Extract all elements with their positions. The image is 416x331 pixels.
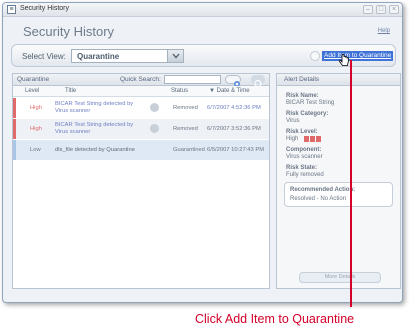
row-title-line2: Virus scanner [55,108,91,114]
page-title: Security History [23,24,115,39]
app-menu-icon[interactable]: ≡ [7,5,16,14]
info-icon[interactable] [150,103,159,112]
help-link[interactable]: Help [378,28,390,34]
search-options-button[interactable] [225,75,241,87]
quick-search-input[interactable] [164,75,221,84]
severity-bar [13,98,16,118]
callout-annotation: Click Add Item to Quarantine [195,312,355,326]
alert-details-title: Alert Details [284,76,320,83]
severity-bar [13,119,16,139]
row-title-line2: Virus scanner [55,129,91,135]
table-row[interactable]: Low dls_file detected by Quarantine Guar… [13,140,269,160]
row-title[interactable]: dls_file detected by Quarantine [55,147,155,154]
risk-state-label: Risk State: [286,165,318,171]
info-icon[interactable] [150,124,159,133]
risk-category-label: Risk Category: [286,111,329,117]
alert-details-header: Alert Details [277,74,400,86]
risk-level-value: High [286,136,299,142]
risk-name-value: BICAR Test String [286,100,335,106]
row-title[interactable]: BICAR Test String detected by Virus scan… [55,122,143,136]
risk-category-value: Virus [286,118,300,124]
risk-level-label: Risk Level: [286,129,318,135]
close-button[interactable]: × [389,5,399,14]
add-item-to-quarantine-link[interactable]: Add Item to Quarantine [322,51,394,61]
row-level: High [30,105,42,111]
table-row[interactable]: High BICAR Test String detected by Virus… [13,119,269,139]
column-status[interactable]: Status [171,88,188,94]
quarantine-panel: Quarantine Quick Search: Level Title Sta… [12,73,270,289]
column-title[interactable]: Title [65,88,76,94]
recommended-action-box: Recommended Action: Resolved - No Action [284,182,393,207]
component-label: Component: [286,147,322,153]
callout-pointer-line [350,60,352,307]
window-title: Security History [20,5,70,12]
row-title-line1: dls_file detected by Quarantine [55,147,135,153]
view-select[interactable]: Quarantine [71,49,184,63]
column-date-time[interactable]: ▼ Date & Time [209,88,250,94]
column-level[interactable]: Level [25,88,39,94]
chevron-down-icon[interactable] [167,50,183,62]
component-value: Virus scanner [286,154,323,160]
more-details-button[interactable]: More Details [299,272,381,283]
security-history-window: ≡ Security History – □ × Security Histor… [2,2,403,303]
quarantine-panel-title: Quarantine [17,76,50,83]
risk-state-value: Fully removed [286,172,324,178]
row-title[interactable]: BICAR Test String detected by Virus scan… [55,101,143,115]
row-date: 6/7/2007 4:52:36 PM [207,105,261,111]
risk-name-label: Risk Name: [286,93,319,99]
select-view-label: Select View: [22,52,66,61]
row-title-line1: BICAR Test String detected by [55,101,134,107]
search-go-button[interactable] [251,75,265,88]
quarantine-column-headers: Level Title Status ▼ Date & Time [13,86,269,97]
risk-level-meter-icon [304,136,321,142]
maximize-button[interactable]: □ [376,5,386,14]
severity-bar [13,140,16,160]
add-item-icon[interactable] [310,51,320,61]
row-status: Removed [173,105,198,111]
title-bar: ≡ Security History – □ × [3,3,402,17]
row-title-line1: BICAR Test String detected by [55,122,134,128]
row-status: Guarantined [173,147,205,153]
row-date: 6/7/2007 3:52:36 PM [207,126,261,132]
view-select-value: Quarantine [77,52,120,61]
row-level: Low [30,147,41,153]
row-status: Removed [173,126,198,132]
recommended-action-label: Recommended Action: [290,187,356,193]
recommended-action-value: Resolved - No Action [290,196,347,202]
quarantine-panel-header: Quarantine Quick Search: [13,74,269,88]
table-row[interactable]: High BICAR Test String detected by Virus… [13,98,269,118]
hand-cursor-icon [339,54,349,66]
row-date: 6/5/2007 10:27:43 PM [207,147,265,153]
quick-search-label: Quick Search: [120,76,161,83]
row-level: High [30,126,42,132]
minimize-button[interactable]: – [363,5,373,14]
alert-details-panel: Alert Details Risk Name: BICAR Test Stri… [276,73,401,289]
